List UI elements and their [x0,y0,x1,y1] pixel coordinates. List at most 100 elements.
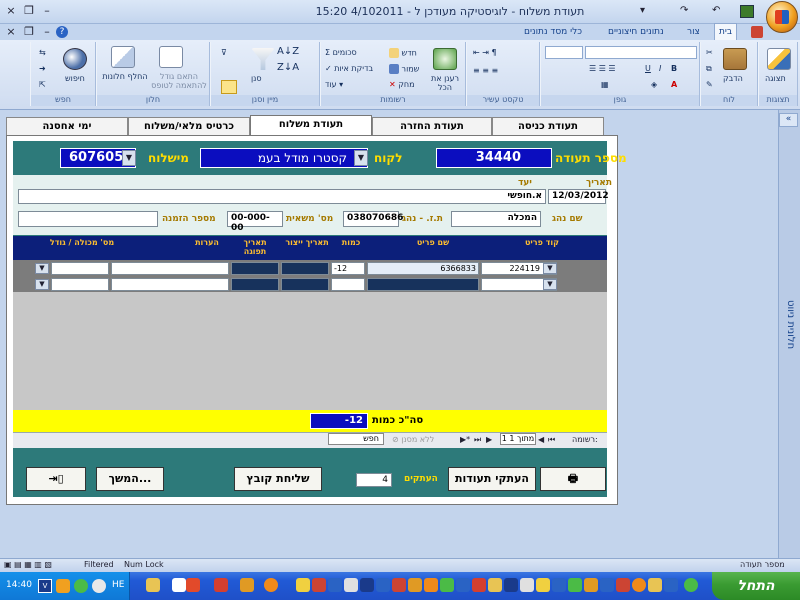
taskbar-app-icon[interactable] [264,578,278,592]
taskbar-app-icon[interactable] [440,578,454,592]
fill-color-icon[interactable]: ◈ [651,80,657,89]
print-button[interactable]: 🖶 [540,467,606,491]
cut-icon[interactable]: ✂ [706,48,713,57]
navigation-pane-label[interactable]: חלונית ניווט [780,300,796,380]
indent-icons[interactable]: ⇤ ⇥ ¶ [473,48,497,57]
underline-icon[interactable]: U [645,64,651,73]
taskbar-app-icon[interactable] [488,578,502,592]
tray-icon[interactable] [74,579,88,593]
taskbar-app-icon[interactable] [312,578,326,592]
view-button[interactable]: תצוגה [765,74,786,83]
fit-to-form-button[interactable]: התאם גודל להתאמה לטופס [149,72,209,90]
taskbar-app-icon[interactable] [408,578,422,592]
taskbar-app-icon[interactable] [214,578,228,592]
driver-id-field[interactable]: 038070686 [343,211,403,227]
inner-minimize-button[interactable]: – [38,24,56,40]
no-filter-indicator[interactable]: ⊘ ללא מסנן [392,435,434,444]
language-indicator[interactable]: HE [112,580,124,590]
view-switcher-icons[interactable]: ▣ ▤ ▦ ▥ ▧ [4,560,74,569]
record-position[interactable]: 1 מתוך 1 [500,433,536,445]
chevron-down-icon[interactable]: ▼ [543,263,557,274]
delete-record-button[interactable]: ✕ מחק [389,80,415,89]
continue-button[interactable]: המשך... [96,467,164,491]
chevron-down-icon[interactable]: ▼ [543,279,557,290]
save-record-button[interactable]: שמור [389,64,419,74]
taskbar-app-icon[interactable] [664,578,678,592]
taskbar-app-icon[interactable] [552,578,566,592]
cell-production-date[interactable] [281,278,329,291]
new-record-nav-icon[interactable]: ▶* [460,435,470,444]
taskbar-app-icon[interactable] [344,578,358,592]
tab-database-tools[interactable]: כלי מסד נתונים [520,24,586,40]
gridlines-icon[interactable]: ▦ [601,80,609,89]
cell-container[interactable] [51,278,109,291]
bold-icon[interactable]: B [671,64,677,73]
more-button[interactable]: עוד ▾ [325,80,343,89]
taskbar-app-icon[interactable] [240,578,254,592]
tab-external-data[interactable]: נתונים חיצוניים [604,24,668,40]
taskbar-app-icon[interactable] [616,578,630,592]
start-button[interactable]: התחל [712,572,800,600]
prev-record-icon[interactable]: ◀ [538,435,544,444]
driver-name-field[interactable]: המכלה [451,211,541,227]
taskbar-app-icon[interactable] [392,578,406,592]
taskbar-app-icon[interactable] [648,578,662,592]
office-button[interactable] [766,1,798,33]
taskbar-app-icon[interactable] [584,578,598,592]
redo-icon[interactable]: ↷ [680,3,688,19]
cell-production-date[interactable] [281,262,329,275]
inner-close-button[interactable]: × [2,24,20,40]
cell-expiry-date[interactable] [231,262,279,275]
target-field[interactable]: א.חופשי [18,189,546,204]
spelling-button[interactable]: ✓ בדיקת איות [325,64,373,73]
cell-item-name[interactable]: 6366833 [367,262,479,275]
cell-container[interactable] [51,262,109,275]
cell-notes[interactable] [111,278,229,291]
cell-item-name[interactable] [367,278,479,291]
last-record-icon[interactable]: ⏭ [474,435,481,445]
inner-restore-button[interactable]: ❐ [20,24,38,40]
taskbar-app-icon[interactable] [520,578,534,592]
sort-ascending-icon[interactable]: A↓Z [277,46,299,57]
cell-quantity[interactable] [331,278,365,291]
copy-documents-button[interactable]: העתקי תעודות [448,467,536,491]
date-field[interactable]: 12/03/2012 [548,189,609,204]
taskbar-app-icon[interactable] [146,578,160,592]
find-button[interactable]: חיפוש [65,74,85,83]
taskbar-app-icon[interactable] [504,578,518,592]
tray-icon[interactable] [56,579,70,593]
cell-notes[interactable] [111,262,229,275]
doc-number-field[interactable]: 34440 [436,148,552,168]
next-record-icon[interactable]: ▶ [486,435,492,444]
format-painter-icon[interactable]: ✎ [706,80,713,89]
tab-shipping-certificate[interactable]: תעודת משלוח [250,115,372,136]
tab-return-certificate[interactable]: תעודת החזרה [372,117,492,135]
tray-icon[interactable] [92,579,106,593]
tab-home[interactable]: בית [714,23,738,41]
new-record-button[interactable]: חדש [389,48,417,58]
sort-descending-icon[interactable]: Z↓A [277,62,299,73]
tray-icon[interactable]: V [38,579,52,593]
tab-inventory-card[interactable]: כרטיס מלאי/משלוח [128,117,250,135]
replace-icon[interactable]: ⇆ [39,48,46,57]
list-icons[interactable]: ≡ ≡ ≡ [473,66,498,75]
truck-number-field[interactable]: 00-000-00 [227,211,283,233]
minimize-window-button[interactable]: – [38,3,56,19]
taskbar-app-icon[interactable] [456,578,470,592]
help-icon[interactable]: ? [56,26,68,38]
taskbar-app-icon[interactable] [186,578,200,592]
taskbar-app-icon[interactable] [568,578,582,592]
taskbar-app-icon[interactable] [296,578,310,592]
taskbar-app-icon[interactable] [600,578,614,592]
first-record-icon[interactable]: ⏮ [548,435,555,445]
totals-button[interactable]: Σ סכומים [325,48,357,57]
toggle-filter-icon[interactable] [221,80,237,94]
filter-button[interactable]: סנן [251,74,262,83]
exit-button[interactable]: ⇥▯ [26,467,86,491]
selection-filter-icon[interactable]: ⊽ [221,48,227,57]
send-file-button[interactable]: שליחת קובץ [234,467,322,491]
tab-create[interactable]: צור [683,24,704,40]
navigation-pane-toggle[interactable]: « [779,113,798,127]
select-icon[interactable]: ⇱ [39,80,46,89]
undo-icon[interactable]: ↶ [712,3,720,19]
